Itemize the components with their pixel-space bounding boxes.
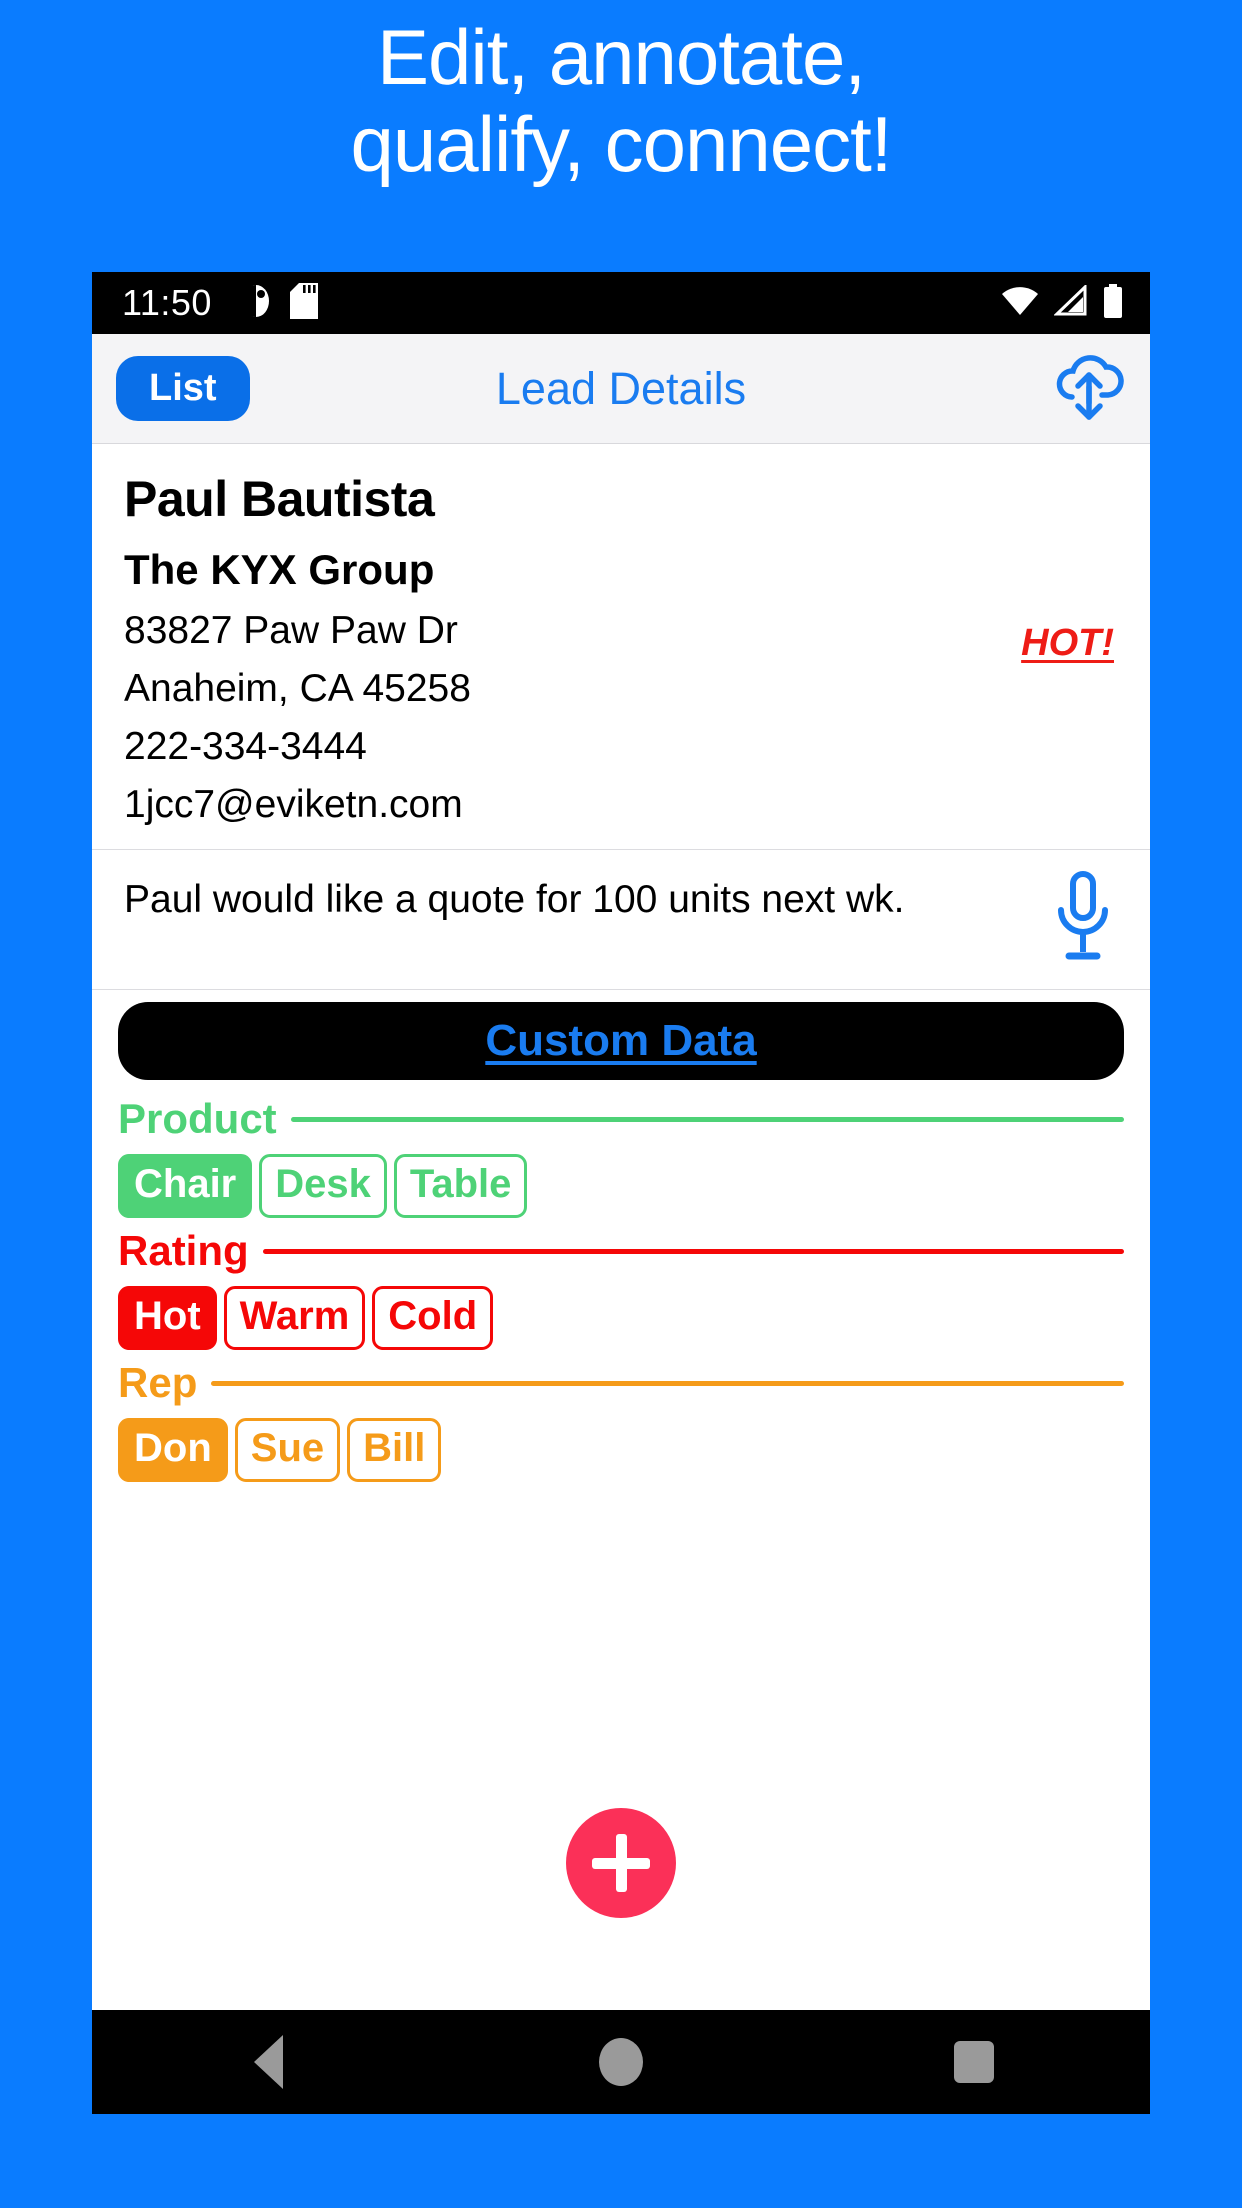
cloud-sync-icon — [1050, 351, 1128, 426]
custom-field-rating-options: Hot Warm Cold — [118, 1286, 1124, 1351]
custom-data-header[interactable]: Custom Data — [118, 1002, 1124, 1081]
custom-data-header-label: Custom Data — [485, 1016, 757, 1066]
status-bar-system-icons — [1000, 282, 1124, 323]
phone-frame: 11:50 List Lead Details Paul Bautista Th… — [92, 272, 1150, 2114]
custom-field-rating-head: Rating — [118, 1230, 1124, 1272]
android-recents-button[interactable] — [884, 2010, 1064, 2114]
custom-field-product-title: Product — [118, 1095, 277, 1143]
wifi-icon — [1000, 285, 1040, 322]
custom-field-rep: Rep Don Sue Bill — [118, 1362, 1124, 1482]
chip-product-1[interactable]: Desk — [259, 1154, 387, 1219]
lead-email[interactable]: 1jcc7@eviketn.com — [124, 782, 1118, 827]
lead-address-line-2: Anaheim, CA 45258 — [124, 666, 471, 710]
chip-product-0[interactable]: Chair — [118, 1154, 253, 1219]
lead-phone[interactable]: 222-334-3444 — [124, 724, 1118, 769]
add-button[interactable] — [566, 1808, 676, 1918]
custom-field-rep-head: Rep — [118, 1362, 1124, 1404]
chip-rating-1[interactable]: Warm — [223, 1286, 366, 1351]
chip-rep-0[interactable]: Don — [118, 1418, 228, 1482]
cloud-sync-button[interactable] — [1050, 351, 1128, 426]
custom-field-rating: Rating Hot Warm Cold — [118, 1230, 1124, 1351]
lead-company: The KYX Group — [124, 546, 435, 593]
list-back-button[interactable]: List — [116, 356, 250, 421]
custom-field-rep-title: Rep — [118, 1359, 198, 1407]
android-home-button[interactable] — [531, 2010, 711, 2114]
app-bar: List Lead Details — [92, 334, 1150, 444]
lead-note-text[interactable]: Paul would like a quote for 100 units ne… — [124, 874, 1048, 925]
chip-rating-0[interactable]: Hot — [118, 1286, 217, 1351]
chip-rating-2[interactable]: Cold — [372, 1286, 494, 1351]
status-bar-clock: 11:50 — [122, 282, 212, 323]
plus-icon-vertical — [615, 1834, 627, 1892]
status-bar-notification-icons — [239, 282, 318, 325]
promo-line-1: Edit, annotate, — [376, 13, 866, 101]
chip-rep-2[interactable]: Bill — [347, 1418, 442, 1482]
chip-product-2[interactable]: Table — [393, 1154, 528, 1219]
custom-field-product-rule — [290, 1116, 1124, 1122]
page-title: Lead Details — [495, 362, 747, 414]
lead-address-line-1: 83827 Paw Paw Dr — [124, 608, 458, 652]
lead-status-badge: HOT! — [1021, 622, 1114, 664]
chip-rep-1[interactable]: Sue — [234, 1418, 341, 1482]
custom-field-product-options: Chair Desk Table — [118, 1154, 1124, 1219]
battery-icon — [1102, 283, 1124, 323]
android-back-button[interactable] — [178, 2010, 358, 2114]
promo-headline: Edit, annotate, qualify, connect! — [0, 0, 1242, 189]
lead-name: Paul Bautista — [124, 471, 435, 527]
custom-field-product-head: Product — [118, 1098, 1124, 1140]
do-not-disturb-icon — [239, 282, 272, 325]
promo-line-2: qualify, connect! — [350, 100, 893, 189]
back-icon — [253, 2035, 283, 2089]
sd-card-icon — [289, 282, 318, 325]
voice-dictation-button[interactable] — [1048, 870, 1124, 965]
lead-info-block: Paul Bautista The KYX Group 83827 Paw Pa… — [92, 444, 1150, 851]
custom-field-rep-rule — [211, 1380, 1124, 1386]
android-navigation-bar — [92, 2010, 1150, 2114]
recents-icon — [953, 2041, 994, 2083]
status-bar: 11:50 — [92, 272, 1150, 334]
home-icon — [598, 2038, 643, 2086]
cell-signal-icon — [1053, 282, 1088, 322]
custom-field-product: Product Chair Desk Table — [118, 1098, 1124, 1219]
lead-note-block: Paul would like a quote for 100 units ne… — [92, 850, 1150, 991]
custom-data-area: Custom Data Product Chair Desk Table Rat… — [92, 990, 1150, 2010]
custom-field-rating-rule — [262, 1248, 1124, 1254]
microphone-icon — [1048, 870, 1118, 965]
custom-field-rep-options: Don Sue Bill — [118, 1418, 1124, 1482]
custom-field-rating-title: Rating — [118, 1227, 249, 1275]
